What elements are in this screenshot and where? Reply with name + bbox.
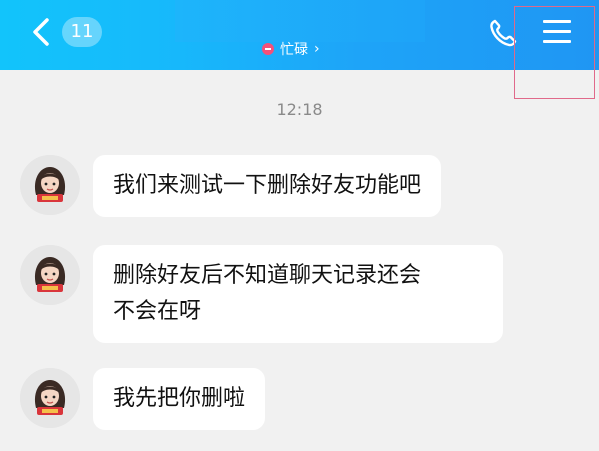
message-text: 我先把你删啦 (113, 386, 246, 411)
message-bubble[interactable]: 我先把你删啦 (93, 368, 266, 430)
back-button[interactable] (30, 16, 54, 48)
message-text-line: 删除好友后不知道聊天记录还会 (113, 263, 422, 288)
chat-timestamp: 12:18 (276, 100, 323, 119)
status-text: 忙碌 (280, 42, 308, 58)
avatar-girl-icon (20, 155, 80, 215)
contact-avatar[interactable] (20, 368, 80, 428)
contact-avatar[interactable] (20, 245, 80, 305)
avatar-girl-icon (20, 368, 80, 428)
busy-minus-icon (262, 43, 274, 55)
unread-count-badge[interactable]: 11 (62, 17, 102, 47)
message-text-line: 不会在呀 (113, 299, 202, 324)
message-text: 我们来测试一下删除好友功能吧 (113, 173, 422, 198)
avatar-girl-icon (20, 245, 80, 305)
contact-status[interactable]: 忙碌 › (262, 39, 320, 59)
chevron-left-icon (33, 18, 49, 46)
contact-avatar[interactable] (20, 155, 80, 215)
message-bubble[interactable]: 我们来测试一下删除好友功能吧 (93, 155, 442, 217)
status-chevron-icon: › (314, 41, 320, 57)
chat-header: 11 忙碌 › (0, 0, 599, 70)
highlight-annotation-box (514, 6, 595, 99)
message-bubble[interactable]: 删除好友后不知道聊天记录还会 不会在呀 (93, 245, 503, 343)
header-band (175, 0, 425, 42)
